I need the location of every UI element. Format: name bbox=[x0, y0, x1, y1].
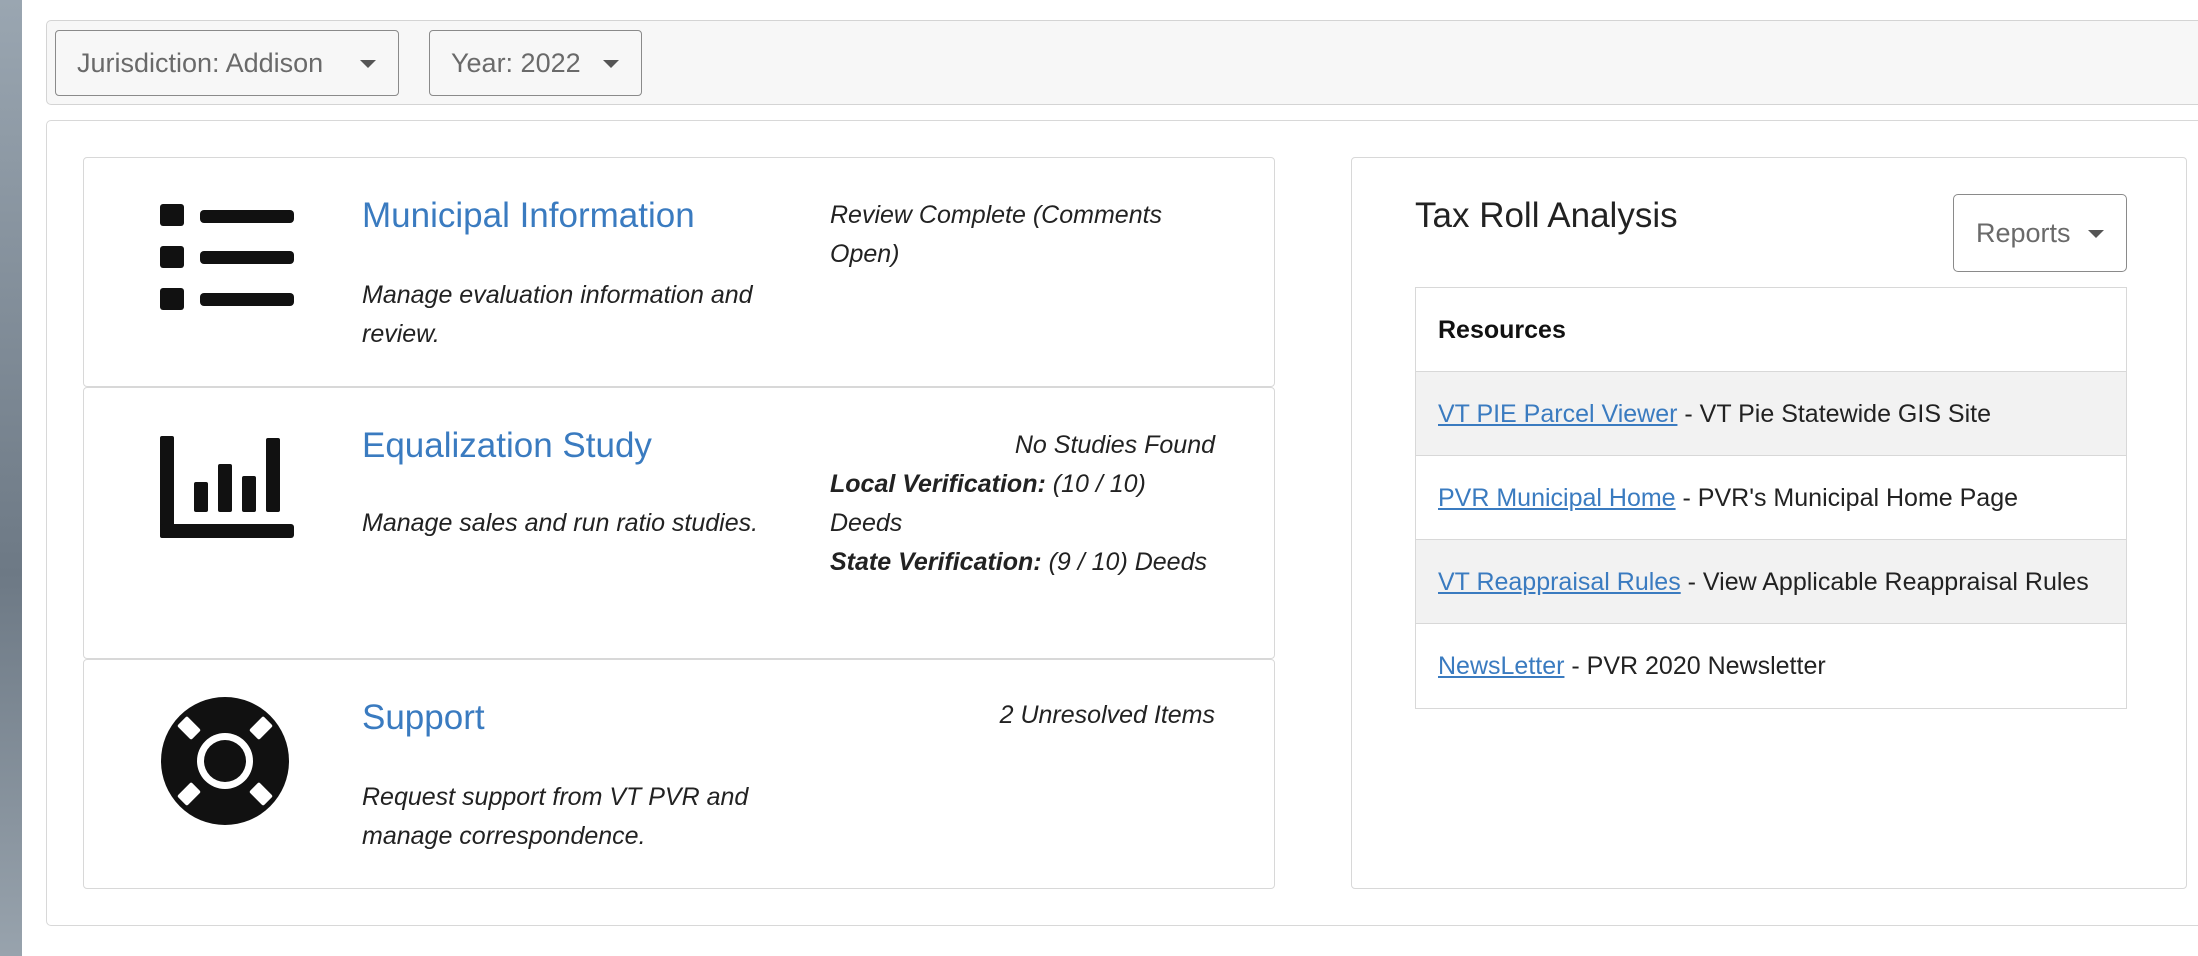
year-dropdown[interactable]: Year: 2022 bbox=[429, 30, 642, 96]
equalization-study-link[interactable]: Equalization Study bbox=[362, 426, 652, 466]
support-link[interactable]: Support bbox=[362, 698, 485, 738]
jurisdiction-dropdown[interactable]: Jurisdiction: Addison bbox=[55, 30, 399, 96]
resource-description: - PVR 2020 Newsletter bbox=[1564, 652, 1826, 680]
page: Jurisdiction: Addison Year: 2022 Municip… bbox=[22, 0, 2198, 956]
background-strip bbox=[0, 0, 22, 956]
resource-description: - View Applicable Reappraisal Rules bbox=[1680, 568, 2089, 596]
equalization-study-status: No Studies Found Local Verification: (10… bbox=[830, 426, 1215, 582]
equalization-study-description: Manage sales and run ratio studies. bbox=[362, 509, 759, 537]
reports-dropdown-button[interactable]: Reports bbox=[1953, 194, 2127, 272]
support-description: Request support from VT PVR and manage c… bbox=[362, 783, 749, 850]
local-verification: Local Verification: (10 / 10) Deeds bbox=[830, 465, 1215, 543]
state-verification: State Verification: (9 / 10) Deeds bbox=[830, 543, 1215, 582]
municipal-information-description: Manage evaluation information and review… bbox=[362, 281, 753, 348]
resource-row: NewsLetter - PVR 2020 Newsletter bbox=[1416, 624, 2126, 708]
equalization-study-card: Equalization Study Manage sales and run … bbox=[83, 387, 1275, 659]
support-card: Support Request support from VT PVR and … bbox=[83, 659, 1275, 889]
municipal-information-status: Review Complete (Comments Open) bbox=[830, 201, 1163, 268]
caret-down-icon bbox=[603, 60, 619, 68]
local-verification-label: Local Verification: bbox=[830, 470, 1046, 498]
filter-bar: Jurisdiction: Addison Year: 2022 bbox=[46, 20, 2198, 105]
vt-pie-parcel-viewer-link[interactable]: VT PIE Parcel Viewer bbox=[1438, 400, 1677, 428]
bar-chart-icon bbox=[160, 436, 294, 543]
resource-description: - PVR's Municipal Home Page bbox=[1675, 484, 2019, 512]
pvr-municipal-home-link[interactable]: PVR Municipal Home bbox=[1438, 484, 1676, 512]
newsletter-link[interactable]: NewsLetter bbox=[1438, 652, 1564, 680]
caret-down-icon bbox=[360, 60, 376, 68]
support-status: 2 Unresolved Items bbox=[999, 701, 1215, 729]
resource-description: - VT Pie Statewide GIS Site bbox=[1677, 400, 1992, 428]
life-ring-icon bbox=[160, 696, 290, 831]
resource-row: VT PIE Parcel Viewer - VT Pie Statewide … bbox=[1416, 372, 2126, 456]
main-container: Municipal Information Manage evaluation … bbox=[46, 120, 2198, 926]
resources-header: Resources bbox=[1416, 288, 2126, 372]
municipal-information-link[interactable]: Municipal Information bbox=[362, 196, 695, 236]
no-studies-text: No Studies Found bbox=[1014, 431, 1215, 459]
resource-row: PVR Municipal Home - PVR's Municipal Hom… bbox=[1416, 456, 2126, 540]
jurisdiction-label: Jurisdiction: Addison bbox=[77, 48, 324, 78]
reports-label: Reports bbox=[1976, 218, 2071, 248]
list-icon bbox=[160, 204, 294, 319]
resources-table: Resources VT PIE Parcel Viewer - VT Pie … bbox=[1415, 287, 2127, 709]
tax-roll-analysis-panel: Tax Roll Analysis Reports Resources VT P… bbox=[1351, 157, 2187, 889]
tax-roll-title: Tax Roll Analysis bbox=[1415, 196, 1678, 235]
vt-reappraisal-rules-link[interactable]: VT Reappraisal Rules bbox=[1438, 568, 1681, 596]
state-verification-label: State Verification: bbox=[830, 548, 1042, 576]
year-label: Year: 2022 bbox=[451, 48, 581, 78]
municipal-information-card: Municipal Information Manage evaluation … bbox=[83, 157, 1275, 387]
state-verification-value: (9 / 10) Deeds bbox=[1041, 548, 1207, 576]
resource-row: VT Reappraisal Rules - View Applicable R… bbox=[1416, 540, 2126, 624]
caret-down-icon bbox=[2088, 230, 2104, 238]
